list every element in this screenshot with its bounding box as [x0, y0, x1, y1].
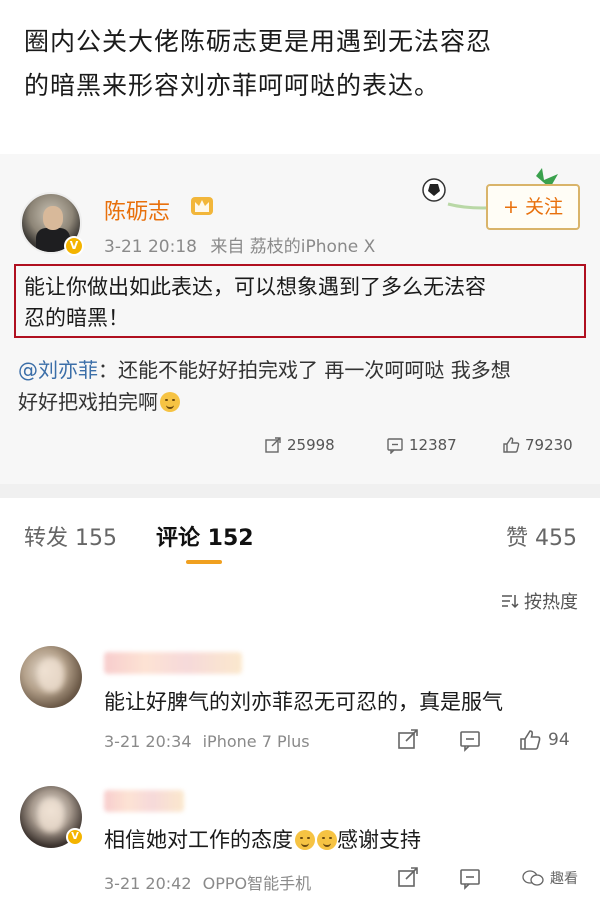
comment-repost-button[interactable] — [396, 728, 420, 752]
comment-reply-button[interactable] — [458, 866, 482, 890]
follow-button[interactable]: + 关注 — [486, 184, 580, 230]
post-tabs: 转发 155 评论 152 赞 455 — [0, 498, 600, 576]
smile-emoji-icon — [295, 830, 315, 850]
sort-by-hot-button[interactable]: 按热度 — [500, 588, 578, 614]
comment-device: OPPO智能手机 — [202, 874, 312, 893]
original-post-quote[interactable]: @刘亦菲：还能不能好好拍完戏了 再一次呵呵哒 我多想 好好把戏拍完啊 — [18, 354, 584, 418]
mention-link[interactable]: @刘亦菲 — [18, 358, 98, 382]
thumbs-up-icon — [503, 437, 520, 453]
post-text-line-1: 能让你做出如此表达，可以想象遇到了多么无法容 — [24, 275, 486, 299]
comment-text: 能让好脾气的刘亦菲忍无可忍的，真是服气 — [104, 690, 503, 714]
comment-icon — [460, 731, 480, 752]
comment-text-part-1: 相信她对工作的态度 — [104, 828, 293, 852]
article-caption: 圈内公关大佬陈砺志更是用遇到无法容忍 的暗黑来形容刘亦菲呵呵哒的表达。 — [24, 20, 580, 108]
author-name[interactable]: 陈砺志 — [104, 194, 170, 226]
post-source-prefix: 来自 — [210, 237, 245, 257]
commenter-avatar[interactable] — [20, 646, 82, 708]
active-tab-indicator — [186, 560, 222, 564]
share-icon — [398, 729, 418, 749]
comment-reply-button[interactable] — [458, 728, 482, 752]
verified-badge-icon: V — [66, 828, 84, 846]
sort-icon — [502, 595, 519, 609]
comment-meta: 3-21 20:42 OPPO智能手机 — [104, 870, 311, 894]
repost-stat[interactable]: 25998 — [264, 436, 335, 454]
post-date: 3-21 20:18 — [104, 237, 197, 257]
smile-emoji-icon — [160, 392, 180, 412]
comment-like-count: 94 — [548, 730, 570, 750]
caption-line-1: 圈内公关大佬陈砺志更是用遇到无法容忍 — [24, 27, 493, 56]
comment-count: 12387 — [409, 436, 457, 454]
comment-icon — [387, 438, 403, 454]
vip-crown-icon — [191, 197, 213, 215]
sort-label: 按热度 — [524, 592, 578, 613]
tab-likes[interactable]: 赞 455 — [506, 520, 577, 552]
post-stats-bar: 25998 12387 79230 — [0, 436, 600, 460]
share-icon — [265, 437, 281, 453]
comment-text: 相信她对工作的态度 感谢支持 — [104, 824, 421, 854]
comment-date: 3-21 20:42 — [104, 874, 192, 893]
share-icon — [398, 867, 418, 887]
repost-text-line-2: 好好把戏拍完啊 — [18, 390, 158, 414]
comment-stat[interactable]: 12387 — [386, 436, 457, 454]
comment-repost-button[interactable] — [396, 866, 420, 890]
commenter-name-blurred[interactable] — [104, 790, 184, 812]
like-count: 79230 — [525, 436, 573, 454]
repost-text-line-1: ：还能不能好好拍完戏了 再一次呵呵哒 我多想 — [98, 358, 511, 382]
weibo-post-card: V 陈砺志 3-21 20:18 来自 荔枝的iPhone X + 关注 能让你… — [0, 154, 600, 484]
caption-line-2: 的暗黑来形容刘亦菲呵呵哒的表达。 — [24, 71, 441, 100]
thumbs-up-icon — [520, 730, 541, 750]
wechat-icon — [522, 870, 544, 886]
post-source[interactable]: 荔枝的iPhone X — [250, 237, 375, 257]
comment-text-part-2: 感谢支持 — [337, 828, 421, 852]
repost-count: 25998 — [287, 436, 335, 454]
highlighted-post-text: 能让你做出如此表达，可以想象遇到了多么无法容 忍的暗黑！ — [14, 264, 586, 338]
watermark-text: 趣看 — [550, 871, 578, 887]
smile-emoji-icon — [317, 830, 337, 850]
section-divider — [0, 484, 600, 498]
post-text-line-2: 忍的暗黑！ — [24, 306, 129, 330]
watermark: 趣看 — [522, 868, 578, 888]
comment-icon — [460, 869, 480, 890]
like-stat[interactable]: 79230 — [502, 436, 573, 454]
commenter-name-blurred[interactable] — [104, 652, 242, 674]
comment-like-button[interactable]: 94 — [518, 728, 570, 752]
post-meta: 3-21 20:18 来自 荔枝的iPhone X — [104, 232, 375, 257]
comment-meta: 3-21 20:34 iPhone 7 Plus — [104, 732, 310, 751]
tab-reposts[interactable]: 转发 155 — [24, 520, 117, 552]
comment-date: 3-21 20:34 — [104, 732, 192, 751]
tab-comments[interactable]: 评论 152 — [156, 520, 254, 552]
verified-badge-icon: V — [64, 236, 84, 256]
comment-device: iPhone 7 Plus — [202, 732, 310, 751]
